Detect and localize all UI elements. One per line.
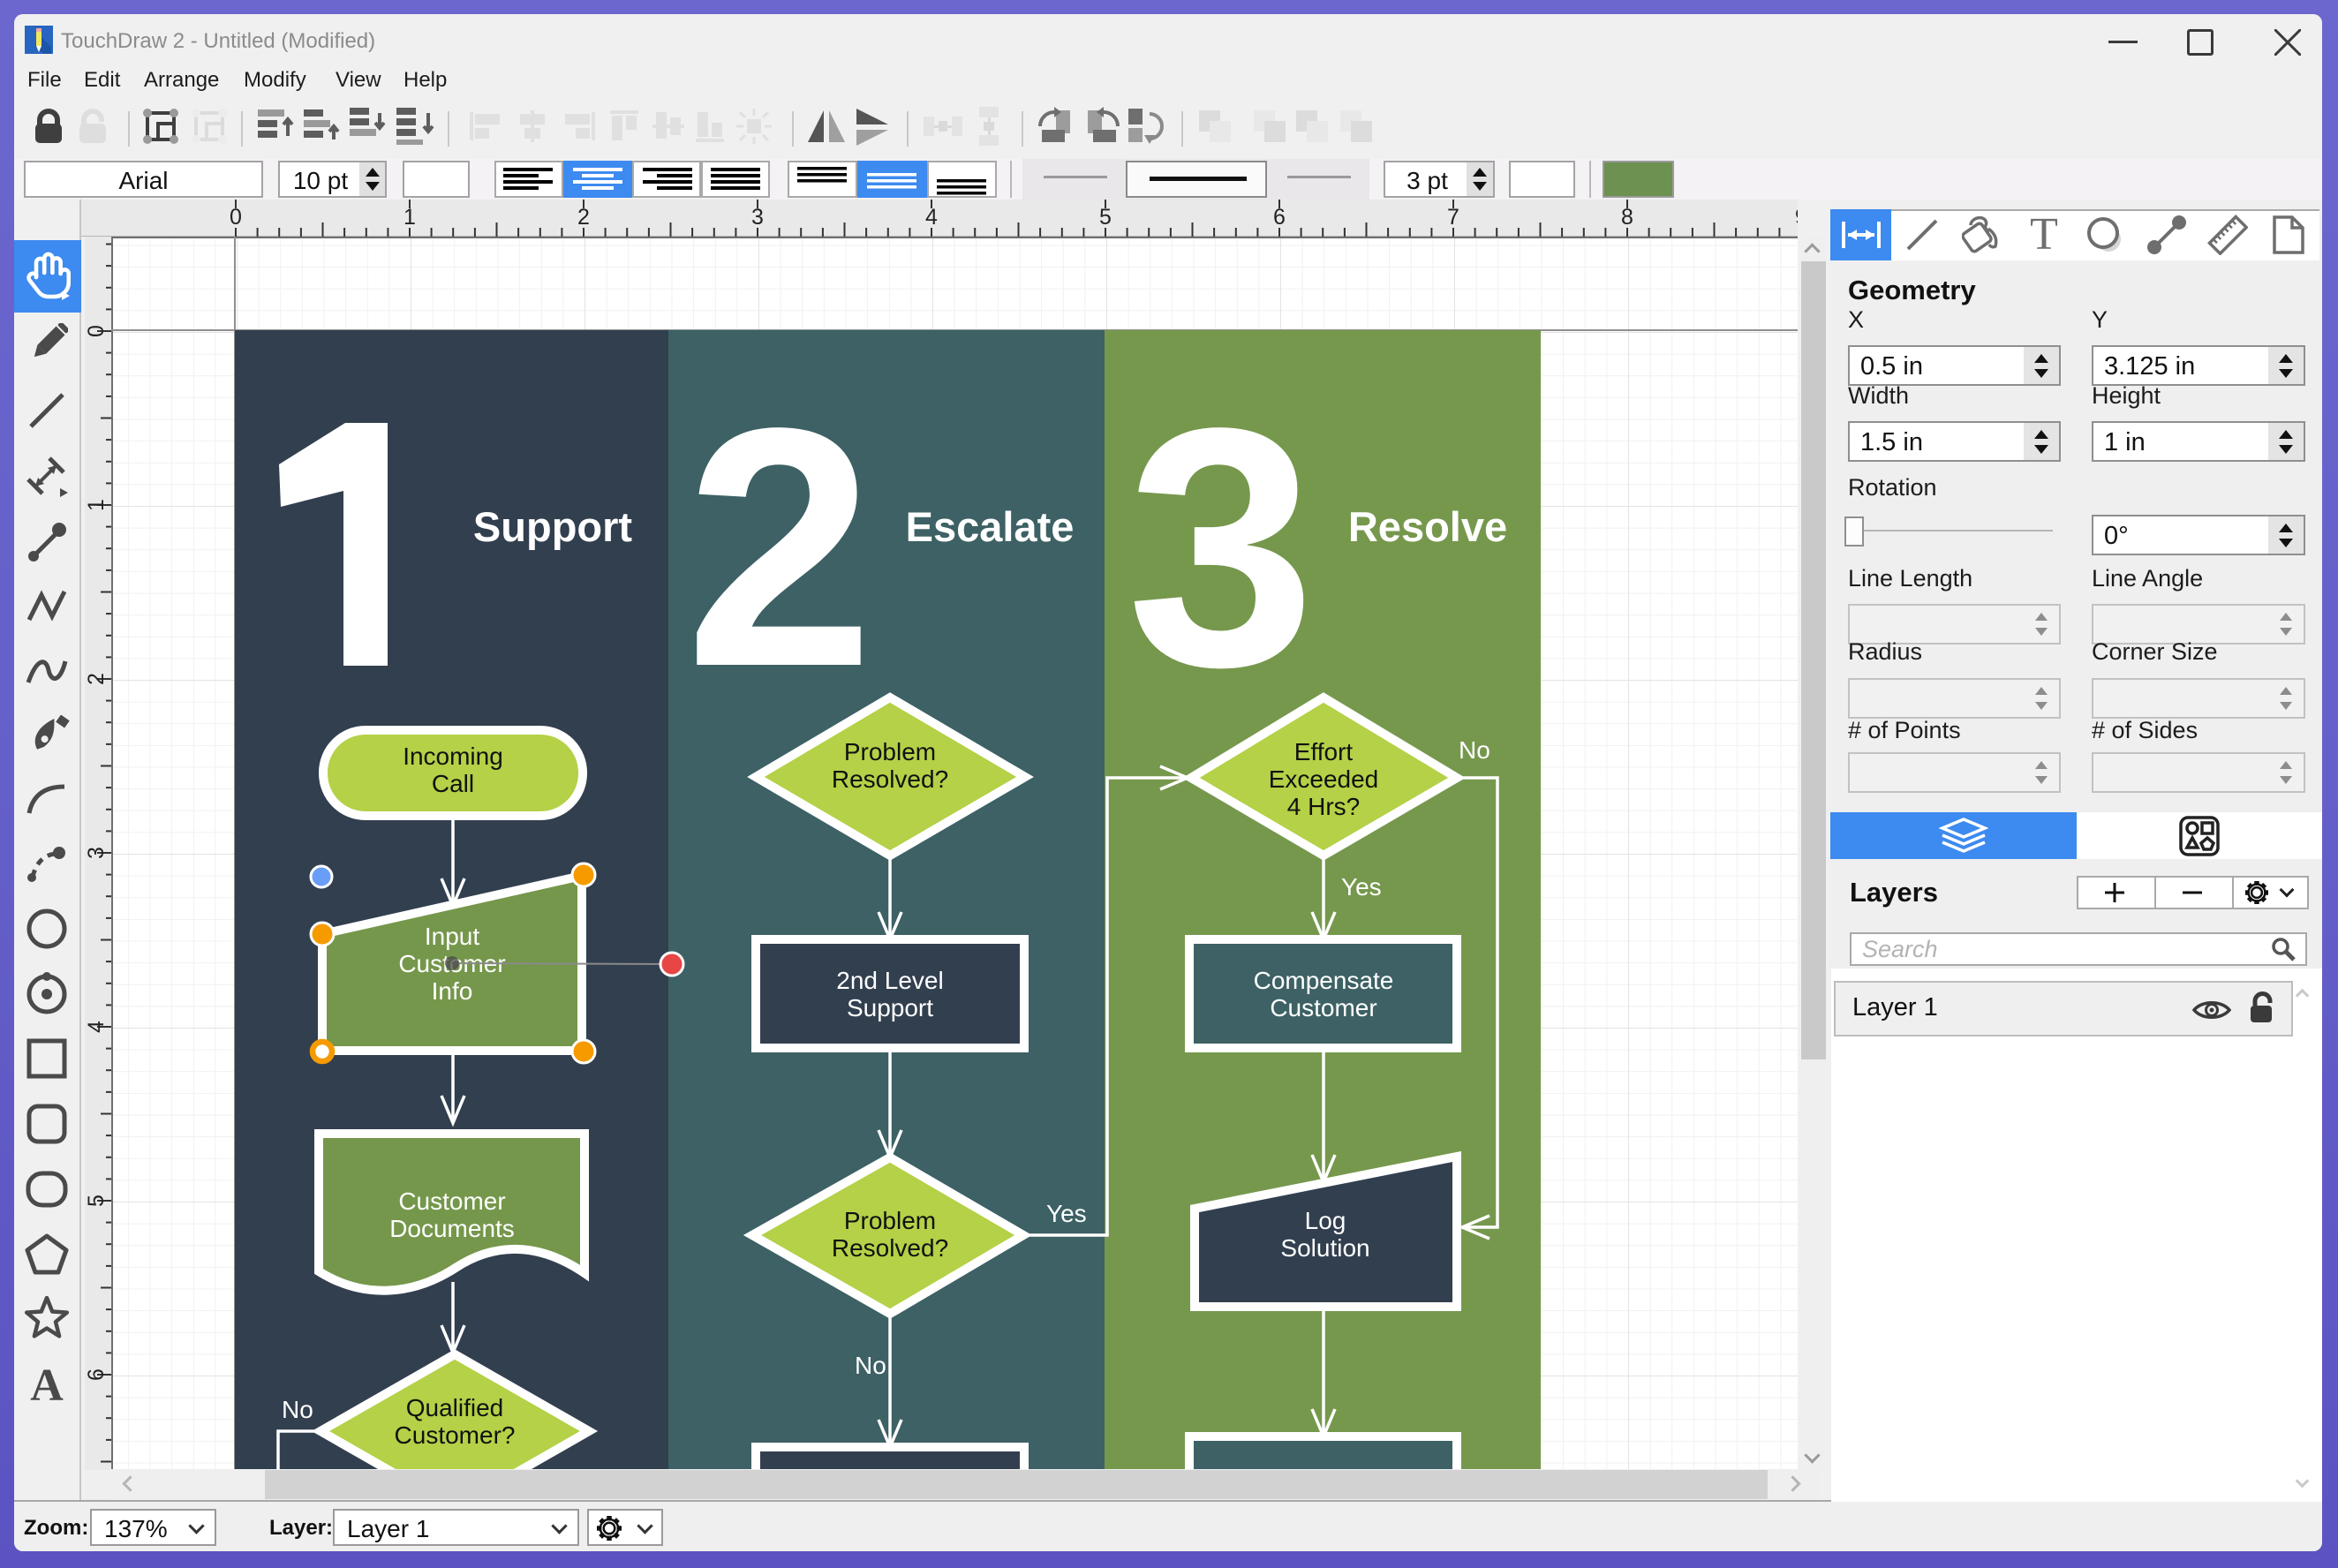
svg-text:Customer: Customer — [398, 1187, 505, 1215]
svg-text:Solution: Solution — [1280, 1234, 1369, 1262]
svg-text:Log: Log — [1305, 1207, 1346, 1234]
svg-text:1: 1 — [85, 499, 109, 511]
svg-text:5: 5 — [1099, 205, 1112, 230]
svg-text:Support: Support — [847, 994, 933, 1021]
svg-text:6: 6 — [1273, 205, 1286, 230]
svg-text:Call: Call — [432, 770, 474, 797]
svg-text:Customer: Customer — [1270, 994, 1376, 1021]
svg-text:3: 3 — [1127, 357, 1316, 737]
svg-text:2: 2 — [577, 205, 590, 230]
svg-text:0: 0 — [230, 205, 242, 230]
svg-text:Compensate: Compensate — [1254, 967, 1394, 994]
svg-text:Yes: Yes — [1341, 873, 1382, 901]
svg-text:Resolve: Resolve — [1348, 503, 1507, 550]
svg-text:8: 8 — [1621, 205, 1633, 230]
svg-text:7: 7 — [1447, 205, 1459, 230]
svg-text:Problem: Problem — [844, 1207, 936, 1234]
svg-text:Resolved?: Resolved? — [832, 1234, 948, 1262]
svg-text:A: A — [30, 1361, 64, 1407]
svg-text:3: 3 — [751, 205, 764, 230]
svg-text:4: 4 — [85, 1021, 109, 1033]
svg-text:Documents: Documents — [389, 1215, 515, 1242]
svg-text:5: 5 — [85, 1195, 109, 1207]
svg-text:3: 3 — [85, 847, 109, 859]
svg-text:Yes: Yes — [1046, 1200, 1087, 1227]
svg-text:9: 9 — [1795, 205, 1798, 230]
svg-text:4 Hrs?: 4 Hrs? — [1287, 793, 1360, 820]
svg-text:2: 2 — [85, 673, 109, 685]
svg-text:Resolved?: Resolved? — [832, 765, 948, 793]
svg-text:Escalate: Escalate — [906, 503, 1075, 550]
svg-text:No: No — [1459, 736, 1490, 764]
svg-text:Customer?: Customer? — [395, 1421, 516, 1449]
svg-text:6: 6 — [85, 1368, 109, 1381]
svg-text:2nd Level: 2nd Level — [836, 967, 943, 994]
svg-text:Effort: Effort — [1294, 738, 1354, 765]
svg-text:Input: Input — [425, 923, 479, 950]
svg-text:Problem: Problem — [844, 738, 936, 765]
svg-text:No: No — [855, 1352, 886, 1379]
svg-text:Exceeded: Exceeded — [1269, 765, 1379, 793]
svg-text:Support: Support — [473, 503, 632, 550]
svg-text:0: 0 — [85, 325, 109, 337]
svg-text:Incoming: Incoming — [403, 743, 503, 770]
svg-text:4: 4 — [925, 205, 938, 230]
svg-text:1: 1 — [403, 205, 416, 230]
svg-text:Info: Info — [432, 977, 473, 1005]
svg-text:2: 2 — [685, 357, 874, 737]
svg-text:T: T — [2030, 215, 2058, 254]
svg-text:No: No — [282, 1396, 313, 1423]
svg-text:Qualified: Qualified — [406, 1394, 504, 1421]
